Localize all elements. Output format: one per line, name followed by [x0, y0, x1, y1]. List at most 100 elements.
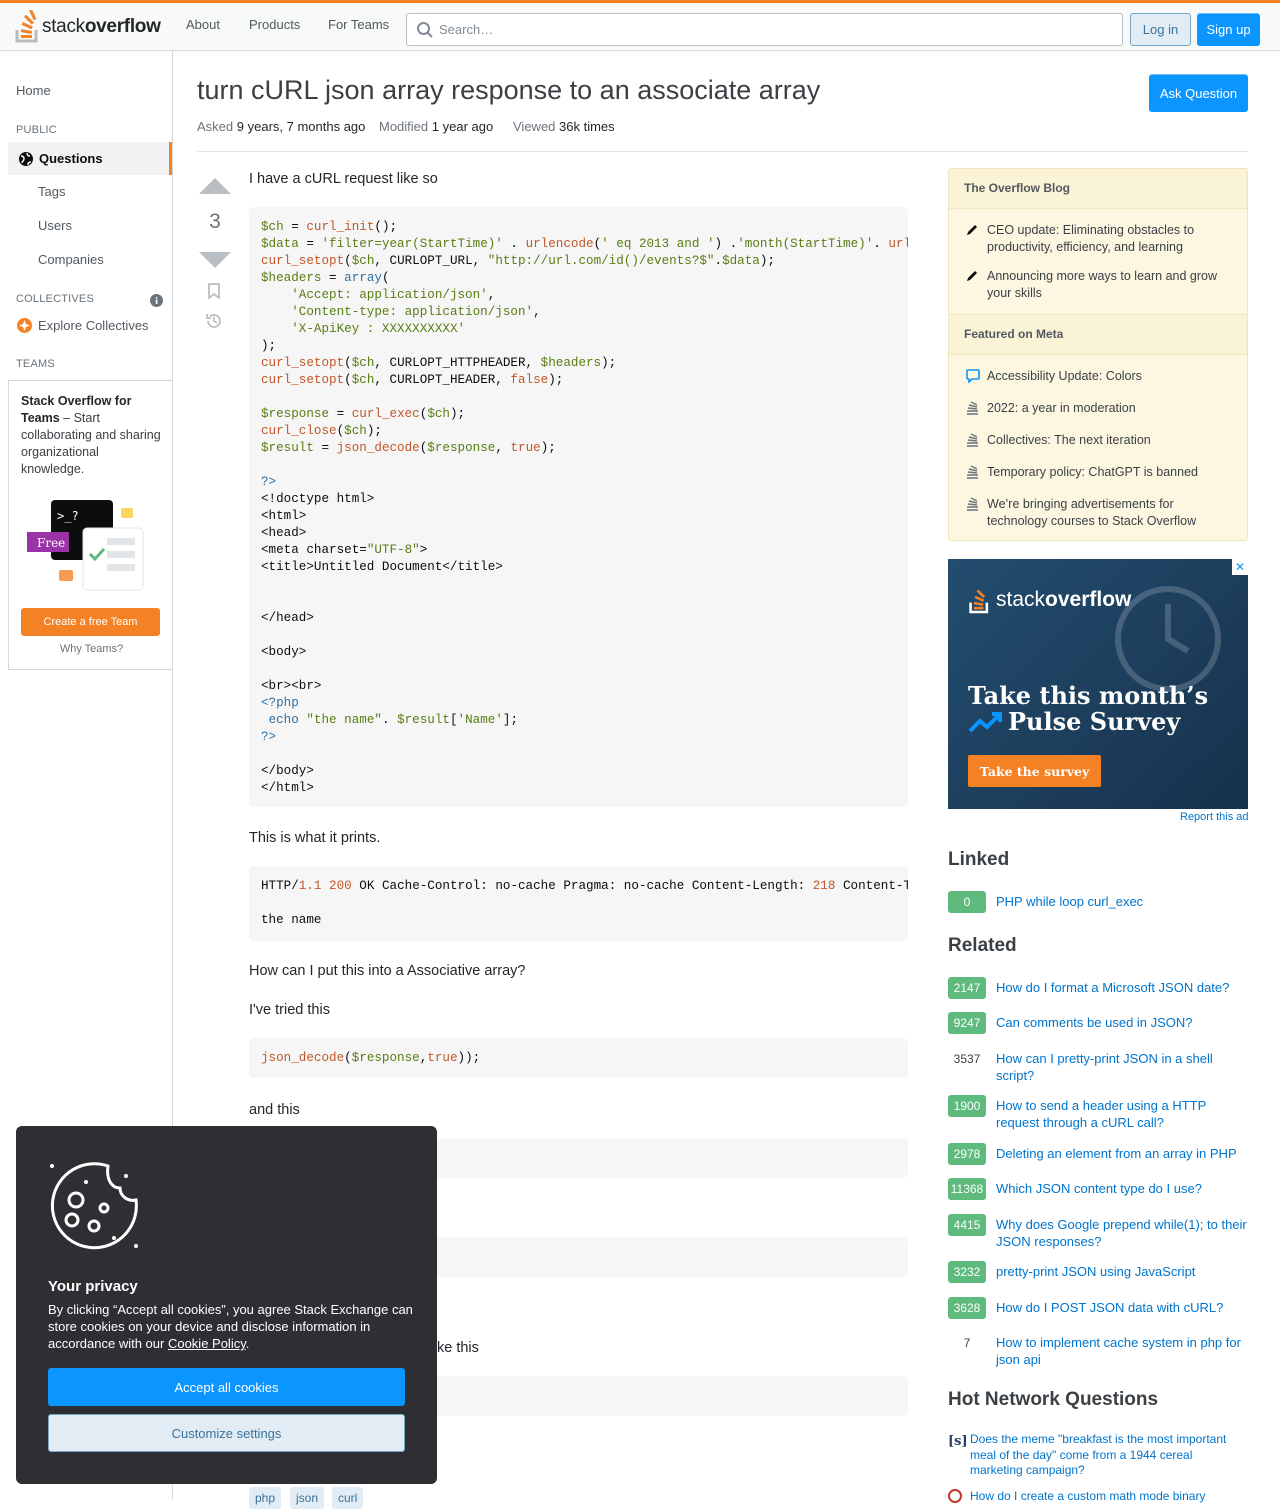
related-question-link[interactable]: How do I format a Microsoft JSON date?	[996, 979, 1248, 996]
related-item[interactable]: 2147 How do I format a Microsoft JSON dat…	[948, 977, 1248, 1017]
accept-all-cookies-button[interactable]: Accept all cookies	[48, 1368, 405, 1406]
trend-arrow-icon	[968, 712, 1002, 733]
related-item[interactable]: 11368 Which JSON content type do I use?	[948, 1178, 1248, 1218]
take-survey-button[interactable]: Take the survey	[968, 755, 1101, 787]
question-paragraph: ke this	[437, 1340, 479, 1356]
linked-question-link[interactable]: PHP while loop curl_exec	[996, 893, 1248, 910]
report-ad-link[interactable]: Report this ad	[1180, 811, 1248, 823]
info-icon[interactable]	[150, 294, 163, 307]
collectives-icon	[17, 318, 32, 333]
related-item[interactable]: 3628 How do I POST JSON data with cURL?	[948, 1297, 1248, 1337]
sidebar-item-companies[interactable]: Companies	[38, 252, 104, 267]
logo-text: stackoverflow	[42, 16, 161, 37]
score-badge: 2978	[948, 1143, 986, 1165]
question-paragraph: I've tried this	[249, 1002, 330, 1018]
related-item[interactable]: 7 How to implement cache system in php fo…	[948, 1332, 1248, 1372]
downvote-icon[interactable]	[197, 250, 233, 270]
login-button[interactable]: Log in	[1130, 13, 1191, 46]
meta-item[interactable]: Temporary policy: ChatGPT is banned	[987, 464, 1237, 481]
score-badge: 3628	[948, 1297, 986, 1319]
customize-settings-button[interactable]: Customize settings	[48, 1414, 405, 1452]
nav-about[interactable]: About	[186, 17, 220, 32]
code-block-curl: $ch = curl_init(); $data = 'filter=year(…	[249, 207, 908, 807]
related-question-link[interactable]: How to send a header using a HTTP reques…	[996, 1097, 1248, 1131]
hot-question-link[interactable]: How do I create a custom math mode binar…	[970, 1489, 1240, 1505]
related-item[interactable]: 4415 Why does Google prepend while(1); to…	[948, 1214, 1248, 1254]
related-question-link[interactable]: Why does Google prepend while(1); to the…	[996, 1216, 1248, 1250]
signup-button[interactable]: Sign up	[1197, 13, 1260, 46]
cookie-policy-link[interactable]: Cookie Policy	[168, 1336, 246, 1351]
score-badge: 3537	[948, 1048, 986, 1070]
vote-score: 3	[209, 210, 221, 233]
nav-for-teams[interactable]: For Teams	[328, 17, 389, 32]
score-badge: 9247	[948, 1012, 986, 1034]
related-item[interactable]: 9247 Can comments be used in JSON?	[948, 1012, 1248, 1052]
create-team-button[interactable]: Create a free Team	[21, 608, 160, 636]
score-badge: 3232	[948, 1261, 986, 1283]
meta-item[interactable]: We’re bringing advertisements for techno…	[987, 496, 1237, 530]
divider	[197, 151, 1248, 152]
sidebar-item-questions[interactable]: Questions	[8, 142, 172, 175]
related-question-link[interactable]: How to implement cache system in php for…	[996, 1334, 1248, 1368]
linked-item[interactable]: 0 PHP while loop curl_exec	[948, 891, 1248, 931]
viewed-meta: Viewed 36k times	[513, 119, 615, 134]
question-title[interactable]: turn cURL json array response to an asso…	[197, 75, 820, 106]
related-question-link[interactable]: How do I POST JSON data with cURL?	[996, 1299, 1248, 1316]
stack-exchange-icon	[967, 465, 978, 479]
close-ad-icon[interactable]: ✕	[1232, 559, 1248, 575]
related-item[interactable]: 1900 How to send a header using a HTTP re…	[948, 1095, 1248, 1135]
bookmark-icon[interactable]	[207, 283, 221, 299]
stackoverflow-logo[interactable]: stackoverflow	[14, 10, 161, 44]
sidebar-item-explore-collectives[interactable]: Explore Collectives	[16, 317, 149, 334]
question-paragraph: and this	[249, 1102, 300, 1118]
advertisement[interactable]: stack overflow Take this month’s Pulse Su…	[948, 559, 1248, 809]
ask-question-button[interactable]: Ask Question	[1149, 74, 1248, 112]
tag-php[interactable]: php	[249, 1487, 282, 1509]
cookie-title: Your privacy	[48, 1278, 138, 1295]
search-icon	[417, 22, 433, 38]
meta-item[interactable]: 2022: a year in moderation	[987, 400, 1237, 417]
stackoverflow-logo-icon	[15, 10, 38, 43]
stack-exchange-icon	[967, 433, 978, 447]
blog-item[interactable]: CEO update: Eliminating obstacles to pro…	[987, 222, 1237, 256]
nav-products[interactable]: Products	[249, 17, 300, 32]
related-question-link[interactable]: How can I pretty-print JSON in a shell s…	[996, 1050, 1248, 1084]
stack-exchange-icon	[967, 497, 978, 511]
why-teams-link[interactable]: Why Teams?	[9, 643, 174, 655]
score-badge: 11368	[948, 1178, 986, 1200]
sidebar-item-home[interactable]: Home	[16, 83, 51, 98]
upvote-icon[interactable]	[197, 176, 233, 196]
tag-curl[interactable]: curl	[332, 1487, 364, 1509]
modified-meta: Modified 1 year ago	[379, 119, 494, 134]
hot-question-link[interactable]: Does the meme "breakfast is the most imp…	[970, 1432, 1240, 1479]
related-heading: Related	[948, 935, 1017, 956]
search-box[interactable]	[406, 13, 1123, 46]
search-input[interactable]	[407, 14, 1122, 45]
globe-icon	[19, 151, 33, 166]
question-paragraph: This is what it prints.	[249, 830, 381, 846]
related-question-link[interactable]: Can comments be used in JSON?	[996, 1014, 1248, 1031]
tag-json[interactable]: json	[290, 1487, 325, 1509]
overflow-blog-widget: The Overflow Blog CEO update: Eliminatin…	[948, 168, 1248, 541]
ad-logo: stack overflow	[968, 585, 1131, 615]
sidebar-item-label: Explore Collectives	[38, 318, 149, 333]
meta-item[interactable]: Collectives: The next iteration	[987, 432, 1237, 449]
related-item[interactable]: 2978 Deleting an element from an array in…	[948, 1143, 1248, 1183]
related-item[interactable]: 3232 pretty-print JSON using JavaScript	[948, 1261, 1248, 1301]
related-question-link[interactable]: Which JSON content type do I use?	[996, 1180, 1248, 1197]
sidebar-heading-collectives: COLLECTIVES	[16, 293, 95, 305]
related-question-link[interactable]: pretty-print JSON using JavaScript	[996, 1263, 1248, 1280]
top-bar: stackoverflow About Products For Teams L…	[0, 0, 1280, 50]
related-question-link[interactable]: Deleting an element from an array in PHP	[996, 1145, 1248, 1162]
history-icon[interactable]	[205, 312, 223, 330]
related-item[interactable]: 3537 How can I pretty-print JSON in a she…	[948, 1048, 1248, 1088]
sidebar-item-tags[interactable]: Tags	[38, 184, 65, 199]
cookie-consent-banner: Your privacy By clicking “Accept all coo…	[16, 1126, 437, 1484]
blog-item[interactable]: Announcing more ways to learn and grow y…	[987, 268, 1237, 302]
ad-headline: Take this month’s Pulse Survey	[968, 681, 1209, 736]
sidebar-item-users[interactable]: Users	[38, 218, 72, 233]
site-icon	[948, 1489, 962, 1503]
score-badge: 0	[948, 891, 986, 913]
hot-network-heading: Hot Network Questions	[948, 1389, 1159, 1410]
meta-item[interactable]: Accessibility Update: Colors	[987, 368, 1237, 385]
